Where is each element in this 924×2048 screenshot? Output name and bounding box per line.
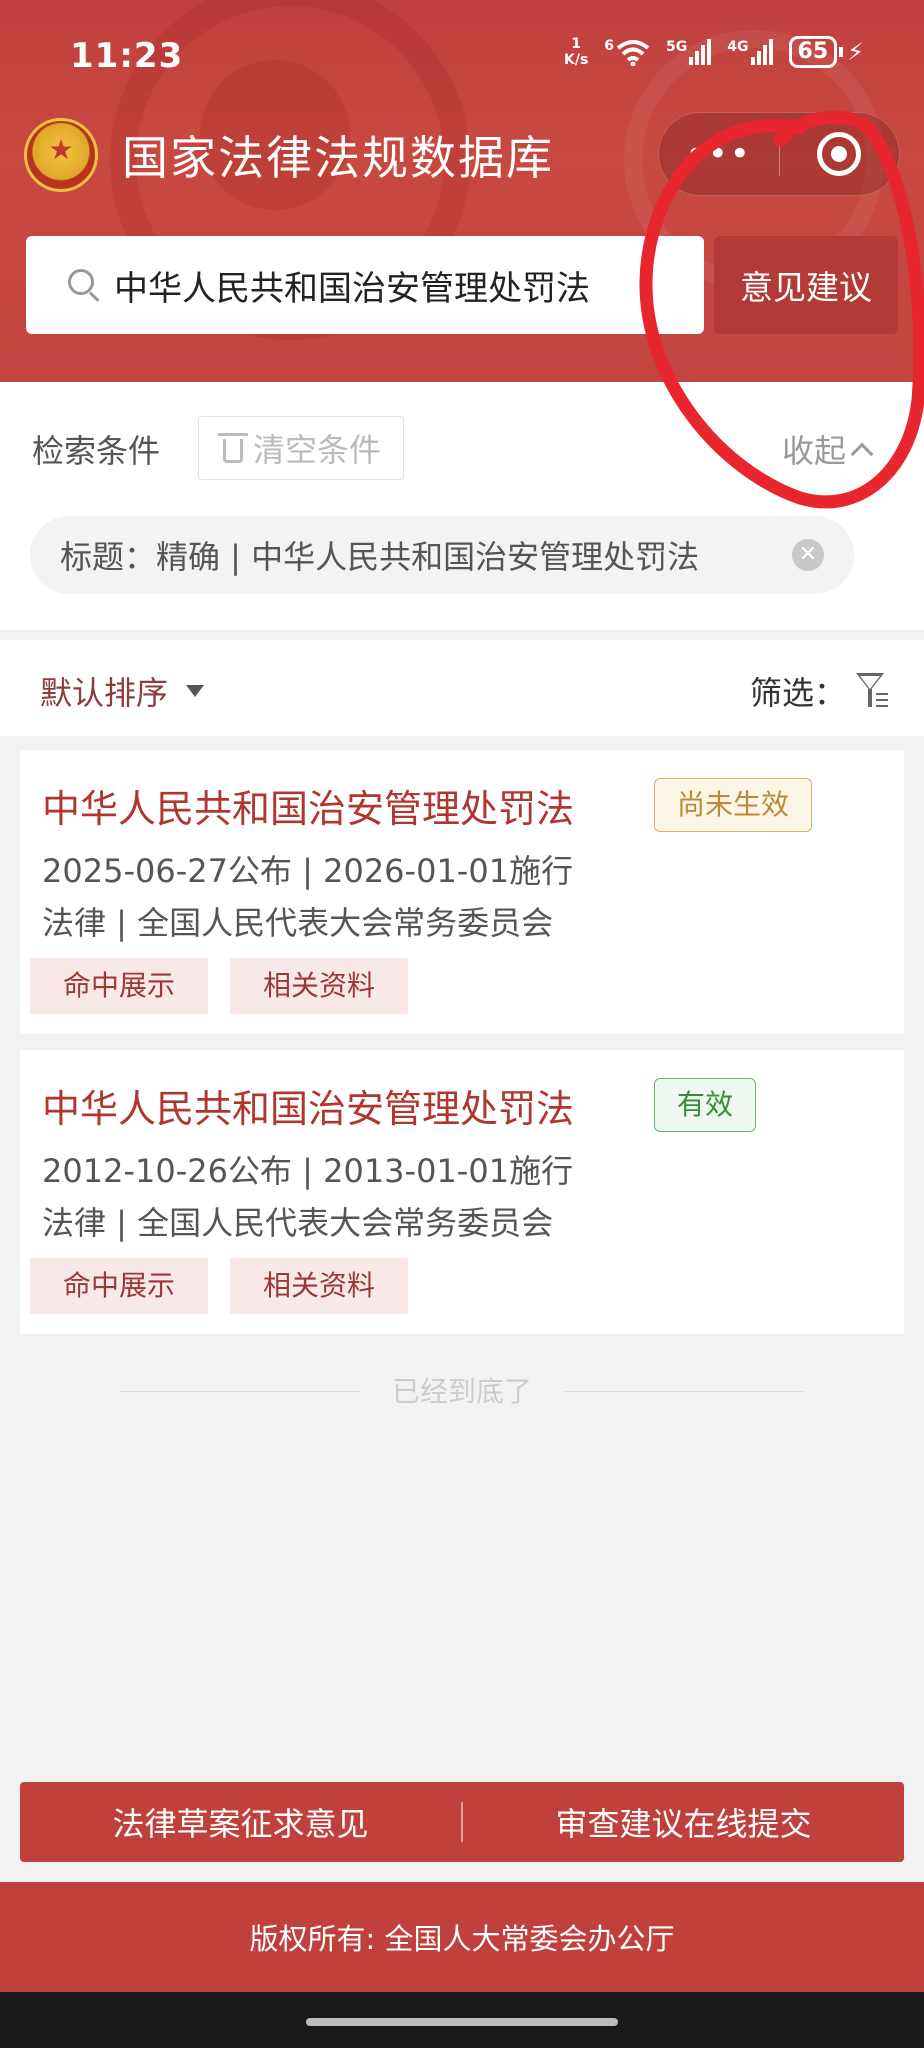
result-title[interactable]: 中华人民共和国治安管理处罚法 xyxy=(42,1078,574,1133)
filter-label: 筛选： xyxy=(750,674,847,712)
wifi-icon: 6 xyxy=(604,38,650,66)
close-miniprogram-button[interactable] xyxy=(780,132,900,176)
clear-conditions-label: 清空条件 xyxy=(252,431,381,469)
battery-icon: 65 ⚡ xyxy=(788,36,864,68)
remove-condition-icon[interactable]: ✕ xyxy=(792,539,824,571)
chevron-up-icon xyxy=(850,442,874,466)
collapse-button[interactable]: 收起 xyxy=(782,426,874,472)
search-input[interactable]: 中华人民共和国治安管理处罚法 xyxy=(26,236,704,334)
search-query: 中华人民共和国治安管理处罚法 xyxy=(114,268,590,309)
signal-4g-label: 4G xyxy=(727,39,749,55)
sort-filter-bar: 默认排序 筛选： xyxy=(0,640,924,736)
app-header: 11:23 1 K/s 6 5G 4G 65 ⚡ ★ 国家法律法规数据库 •••… xyxy=(0,0,924,382)
signal-4g-icon: 4G xyxy=(727,39,773,65)
system-nav-area xyxy=(0,1992,924,2048)
end-of-list-text: 已经到底了 xyxy=(391,1375,532,1408)
national-emblem-icon xyxy=(24,118,98,192)
wifi-label: 6 xyxy=(604,38,615,54)
app-title: 国家法律法规数据库 xyxy=(122,131,554,185)
result-card[interactable]: 中华人民共和国治安管理处罚法 有效 2012-10-26公布 | 2013-01… xyxy=(20,1050,904,1334)
result-card[interactable]: 中华人民共和国治安管理处罚法 尚未生效 2025-06-27公布 | 2026-… xyxy=(20,750,904,1034)
hits-button[interactable]: 命中展示 xyxy=(30,1258,208,1314)
signal-5g-icon: 5G xyxy=(666,39,712,65)
clear-conditions-button[interactable]: 清空条件 xyxy=(198,416,404,480)
more-icon[interactable]: ••• xyxy=(659,134,779,174)
review-suggestion-submit-button[interactable]: 审查建议在线提交 xyxy=(463,1799,904,1845)
filter-button[interactable]: 筛选： xyxy=(750,668,890,714)
status-time: 11:23 xyxy=(70,36,184,76)
hits-button[interactable]: 命中展示 xyxy=(30,958,208,1014)
signal-5g-label: 5G xyxy=(666,39,688,55)
result-dates: 2012-10-26公布 | 2013-01-01施行 xyxy=(42,1152,574,1190)
condition-chip[interactable]: 标题：精确 | 中华人民共和国治安管理处罚法 ✕ xyxy=(30,516,854,594)
status-badge: 尚未生效 xyxy=(654,778,813,832)
status-badge: 有效 xyxy=(654,1078,757,1132)
triangle-down-icon xyxy=(186,685,205,697)
target-icon xyxy=(817,132,862,176)
copyright-text: 版权所有: 全国人大常委会办公厅 xyxy=(249,1922,675,1956)
result-category: 法律 | 全国人民代表大会常务委员会 xyxy=(42,904,554,942)
net-speed-value: 1 xyxy=(571,36,582,52)
search-conditions-panel: 检索条件 清空条件 收起 标题：精确 | 中华人民共和国治安管理处罚法 ✕ xyxy=(0,382,924,630)
result-title[interactable]: 中华人民共和国治安管理处罚法 xyxy=(42,778,574,833)
result-category: 法律 | 全国人民代表大会常务委员会 xyxy=(42,1204,554,1242)
sort-label: 默认排序 xyxy=(40,674,169,712)
collapse-label: 收起 xyxy=(782,432,847,470)
end-of-list-indicator: 已经到底了 xyxy=(120,1375,804,1408)
status-icons: 1 K/s 6 5G 4G 65 ⚡ xyxy=(564,36,864,68)
app-title-row: 国家法律法规数据库 xyxy=(24,118,554,192)
trash-icon xyxy=(217,433,248,463)
condition-chip-text: 标题：精确 | 中华人民共和国治安管理处罚法 xyxy=(60,538,700,576)
filter-icon xyxy=(856,671,890,711)
copyright-footer: 版权所有: 全国人大常委会办公厅 xyxy=(0,1882,924,1992)
result-dates: 2025-06-27公布 | 2026-01-01施行 xyxy=(42,852,574,890)
conditions-label: 检索条件 xyxy=(32,432,161,470)
feedback-button[interactable]: 意见建议 xyxy=(714,236,898,334)
miniprogram-capsule: ••• xyxy=(658,112,900,196)
home-indicator[interactable] xyxy=(306,2018,618,2026)
draft-law-feedback-button[interactable]: 法律草案征求意见 xyxy=(20,1799,461,1845)
battery-level: 65 xyxy=(788,36,838,68)
related-materials-button[interactable]: 相关资料 xyxy=(230,958,408,1014)
search-icon xyxy=(68,269,100,303)
related-materials-button[interactable]: 相关资料 xyxy=(230,1258,408,1314)
net-speed-indicator: 1 K/s xyxy=(564,36,588,68)
bottom-action-bar: 法律草案征求意见 审查建议在线提交 xyxy=(20,1782,904,1862)
status-bar: 11:23 1 K/s 6 5G 4G 65 ⚡ xyxy=(0,0,924,110)
charging-icon: ⚡ xyxy=(847,38,864,66)
sort-dropdown[interactable]: 默认排序 xyxy=(40,668,205,714)
net-speed-unit: K/s xyxy=(564,52,589,68)
